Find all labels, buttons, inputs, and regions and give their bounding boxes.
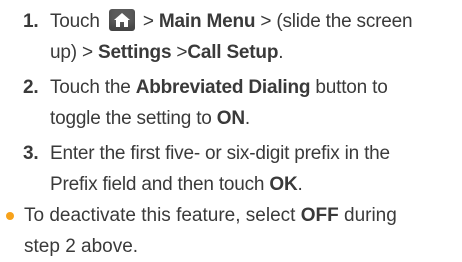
setting-value-on: ON	[216, 108, 245, 129]
note-text: during	[344, 205, 397, 226]
menu-label-call-setup: Call Setup	[187, 42, 279, 63]
bullet-dot-icon	[6, 212, 14, 220]
step-text: Touch the	[50, 77, 131, 98]
step-number: 3.	[23, 143, 39, 164]
separator: >	[176, 42, 188, 63]
step-text: Touch	[50, 11, 100, 32]
step-number: 1.	[23, 11, 39, 32]
step-text: button to	[315, 77, 388, 98]
step-1-line-1: Touch > Main Menu > (slide the screen	[50, 6, 413, 37]
separator: >	[260, 11, 272, 32]
menu-label-settings: Settings	[97, 42, 172, 63]
step-text: (slide the screen	[276, 11, 413, 32]
note-text: To deactivate this feature, select	[24, 205, 296, 226]
punctuation: .	[244, 108, 250, 129]
step-2-line-1: Touch the Abbreviated Dialing button to	[50, 72, 388, 103]
step-3-line-1: Enter the first five- or six-digit prefi…	[50, 143, 390, 164]
instruction-document: 1. Touch > Main Menu > (slide the screen…	[0, 0, 462, 258]
step-3-line-2: Prefix field and then touch OK.	[50, 169, 303, 200]
separator: >	[81, 42, 93, 63]
home-icon	[108, 9, 135, 31]
note-line-1: To deactivate this feature, select OFF d…	[24, 200, 397, 231]
step-2-line-2: toggle the setting to ON.	[50, 103, 250, 134]
separator: >	[142, 11, 154, 32]
note-line-2: step 2 above.	[24, 236, 139, 257]
button-label-ok: OK	[269, 174, 298, 195]
setting-value-off: OFF	[300, 205, 339, 226]
button-label-abbreviated-dialing: Abbreviated Dialing	[135, 77, 311, 98]
step-text: toggle the setting to	[50, 108, 212, 129]
menu-label-main-menu: Main Menu	[158, 11, 256, 32]
step-text: up)	[50, 42, 77, 63]
step-text: Prefix field and then touch	[50, 174, 265, 195]
step-1-line-2: up) > Settings >Call Setup.	[50, 37, 284, 68]
punctuation: .	[278, 42, 284, 63]
step-number: 2.	[23, 77, 39, 98]
punctuation: .	[297, 174, 303, 195]
